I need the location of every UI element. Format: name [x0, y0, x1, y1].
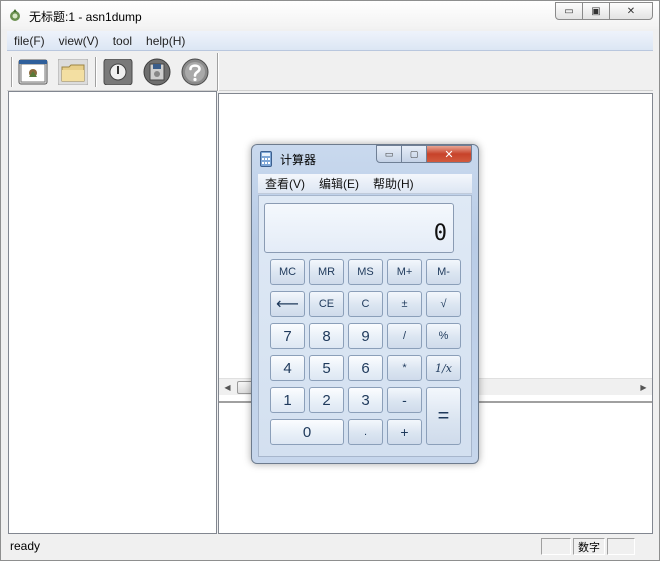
key-c[interactable]: C: [348, 291, 383, 317]
menu-tool[interactable]: tool: [106, 34, 139, 48]
title-bar[interactable]: 无标题:1 - asn1dump ▭ ▣ ✕: [1, 1, 659, 29]
key-mr[interactable]: MR: [309, 259, 344, 285]
key-2[interactable]: 2: [309, 387, 344, 413]
tree-pane[interactable]: [8, 91, 217, 534]
status-bar: ready 数字: [7, 536, 653, 556]
minimize-icon: ▭: [384, 148, 394, 159]
key-m-plus[interactable]: M+: [387, 259, 422, 285]
toolbar-end-separator: [217, 53, 219, 91]
key-8[interactable]: 8: [309, 323, 344, 349]
close-button[interactable]: ✕: [609, 2, 653, 20]
calculator-menu-view[interactable]: 查看(V): [258, 175, 312, 192]
key-6[interactable]: 6: [348, 355, 383, 381]
key-1[interactable]: 1: [270, 387, 305, 413]
key-divide[interactable]: /: [387, 323, 422, 349]
maximize-icon: ▣: [591, 5, 601, 17]
toolbar-window-button[interactable]: [17, 57, 49, 87]
toolbar-separator: [95, 57, 97, 87]
calculator-title: 计算器: [280, 153, 317, 167]
key-percent[interactable]: %: [426, 323, 461, 349]
key-ms[interactable]: MS: [348, 259, 383, 285]
menu-view[interactable]: view(V): [52, 34, 106, 48]
key-m-minus[interactable]: M-: [426, 259, 461, 285]
disk-icon: [143, 58, 171, 86]
minimize-icon: ▭: [564, 5, 574, 17]
calculator-menu-bar: 查看(V) 编辑(E) 帮助(H): [258, 174, 472, 194]
toolbar-open-button[interactable]: [57, 57, 89, 87]
status-numlock: 数字: [573, 538, 605, 555]
toolbar: [7, 53, 653, 91]
toolbar-disk-button[interactable]: [141, 57, 173, 87]
caption-buttons: ▭ ▣ ✕: [555, 2, 653, 20]
maximize-button[interactable]: ▣: [582, 2, 610, 20]
key-5[interactable]: 5: [309, 355, 344, 381]
folder-icon: [58, 59, 88, 85]
window-title: 无标题:1 - asn1dump: [29, 10, 142, 24]
window-icon: [18, 59, 48, 85]
menu-file[interactable]: file(F): [7, 34, 52, 48]
key-3[interactable]: 3: [348, 387, 383, 413]
calculator-icon: [260, 151, 272, 167]
key-subtract[interactable]: -: [387, 387, 422, 413]
close-icon: ✕: [626, 5, 636, 17]
key-backspace[interactable]: ⟵: [270, 291, 305, 317]
calculator-close-button[interactable]: ✕: [426, 145, 472, 163]
menu-bar: file(F) view(V) tool help(H): [7, 31, 653, 51]
status-cell-empty: [541, 538, 571, 555]
toolbar-help-button[interactable]: [179, 57, 211, 87]
maximize-icon: ▢: [409, 148, 419, 159]
scroll-left-arrow-icon[interactable]: ◀: [219, 379, 236, 396]
calculator-window: 计算器 ▭ ▢ ✕ 查看(V) 编辑(E) 帮助(H) 0 MC MR MS M…: [251, 144, 479, 464]
calculator-caption-buttons: ▭ ▢ ✕: [376, 145, 472, 163]
close-icon: ✕: [444, 148, 454, 161]
calculator-display: 0: [264, 203, 454, 253]
scroll-right-arrow-icon[interactable]: ▶: [635, 379, 652, 396]
key-reciprocal[interactable]: 1/x: [426, 355, 461, 381]
key-add[interactable]: +: [387, 419, 422, 445]
calculator-display-value: 0: [433, 221, 447, 246]
key-equals[interactable]: =: [426, 387, 461, 445]
calculator-menu-edit[interactable]: 编辑(E): [312, 175, 366, 192]
status-text: ready: [10, 539, 41, 553]
calculator-menu-help[interactable]: 帮助(H): [366, 175, 421, 192]
power-icon: [103, 59, 133, 85]
status-cell-empty-2: [607, 538, 635, 555]
key-decimal[interactable]: .: [348, 419, 383, 445]
calculator-minimize-button[interactable]: ▭: [376, 145, 402, 163]
key-mc[interactable]: MC: [270, 259, 305, 285]
calculator-maximize-button[interactable]: ▢: [401, 145, 427, 163]
toolbar-power-button[interactable]: [102, 57, 134, 87]
minimize-button[interactable]: ▭: [555, 2, 583, 20]
toolbar-grip: [11, 57, 13, 87]
app-icon: [10, 9, 20, 21]
key-sign[interactable]: ±: [387, 291, 422, 317]
key-ce[interactable]: CE: [309, 291, 344, 317]
key-7[interactable]: 7: [270, 323, 305, 349]
menu-help[interactable]: help(H): [139, 34, 192, 48]
key-sqrt[interactable]: √: [426, 291, 461, 317]
key-0[interactable]: 0: [270, 419, 344, 445]
key-4[interactable]: 4: [270, 355, 305, 381]
help-icon: [181, 58, 209, 86]
key-9[interactable]: 9: [348, 323, 383, 349]
key-multiply[interactable]: *: [387, 355, 422, 381]
